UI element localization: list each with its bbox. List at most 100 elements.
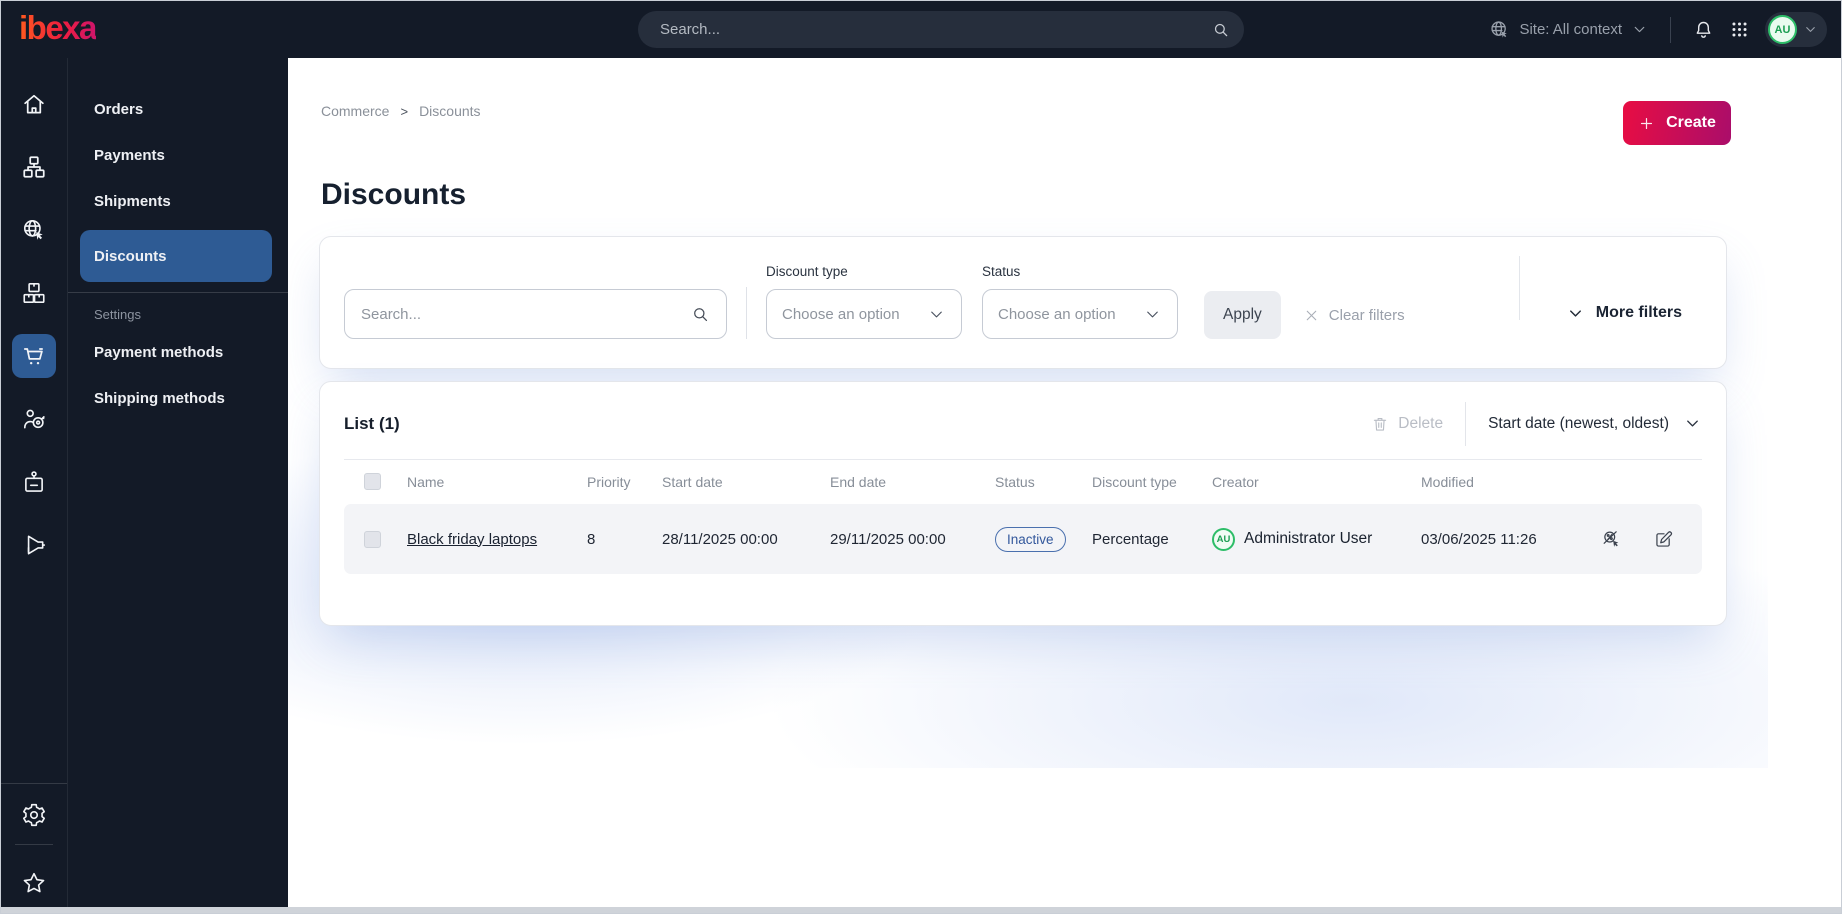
discount-type-label: Discount type [766,264,848,279]
menu-item-orders[interactable]: Orders [68,86,288,132]
column-header-creator: Creator [1212,473,1259,490]
filter-divider [746,287,747,339]
column-header-end-date: End date [830,473,887,490]
apply-button[interactable]: Apply [1204,291,1281,339]
avatar: AU [1768,15,1797,44]
more-filters-label: More filters [1595,304,1682,321]
column-header-name: Name [407,473,445,490]
breadcrumb-discounts[interactable]: Discounts [419,103,480,119]
discount-type-value: Choose an option [782,305,900,323]
app-grid-icon[interactable] [1730,20,1749,39]
sitemap-icon [21,154,47,180]
main-content: Commerce > Discounts Create Discounts Se… [288,58,1841,913]
column-header-start-date: Start date [662,473,723,490]
menu-item-payment-methods[interactable]: Payment methods [68,329,288,375]
create-button[interactable]: Create [1623,101,1731,145]
filters-card: Discount type Choose an option Status Ch… [319,236,1727,369]
end-date-cell: 29/11/2025 00:00 [830,530,946,548]
start-date-cell: 28/11/2025 00:00 [662,530,778,548]
clear-filters-label: Clear filters [1328,306,1405,324]
cart-icon [21,343,47,369]
breadcrumb: Commerce > Discounts [321,103,481,119]
ibexa-logo[interactable]: ibexa [19,11,97,44]
menu-item-shipping-methods[interactable]: Shipping methods [68,375,288,421]
site-context-label: Site: All context [1519,21,1622,38]
home-icon [21,91,47,117]
menu-item-label: Payment methods [94,343,224,361]
clear-filters-button[interactable]: Clear filters [1303,291,1405,339]
sidebar-item-corporate[interactable] [12,460,56,504]
sidebar-item-content[interactable] [12,145,56,189]
search-icon[interactable] [1212,21,1230,39]
bottom-scrollbar[interactable] [1,907,1841,913]
sidebar-item-customers[interactable] [12,397,56,441]
select-all-checkbox[interactable] [364,473,381,490]
search-icon[interactable] [691,305,710,324]
list-title: List (1) [344,413,400,433]
chevron-down-icon [1631,21,1648,38]
delete-button-label: Delete [1398,414,1444,432]
priority-cell: 8 [587,530,596,548]
notifications-bell-icon[interactable] [1693,19,1714,40]
menu-item-label: Shipments [94,192,171,210]
chevron-down-icon [1566,304,1585,323]
column-header-discount-type: Discount type [1092,473,1177,490]
rail-divider [15,844,53,845]
menu-item-payments[interactable]: Payments [68,132,288,178]
row-checkbox[interactable] [364,530,381,548]
sidebar-item-products[interactable] [12,271,56,315]
icon-rail [1,58,68,913]
rail-bottom-section [1,783,67,905]
creator-cell: AU Administrator User [1212,527,1421,551]
plus-icon [1638,115,1655,132]
global-search [638,11,1244,48]
list-head-divider [1465,401,1467,446]
breadcrumb-commerce[interactable]: Commerce [321,103,389,119]
user-menu[interactable]: AU [1765,12,1827,47]
sidebar-item-dashboard[interactable] [12,82,56,126]
discount-type-cell: Percentage [1092,530,1169,548]
top-bar: ibexa Site: All context [1,1,1841,58]
status-select[interactable]: Choose an option [982,289,1178,339]
create-button-label: Create [1666,114,1716,131]
chevron-down-icon [1683,414,1702,433]
discount-type-select[interactable]: Choose an option [766,289,962,339]
packages-icon [21,280,47,306]
sidebar-item-commerce[interactable] [12,334,56,378]
trash-icon [1371,415,1389,433]
list-search-input[interactable] [361,305,691,323]
list-search-field [344,289,727,339]
global-search-input[interactable] [660,21,1212,38]
page-title: Discounts [321,178,467,211]
sidebar-item-site[interactable] [12,208,56,252]
chevron-down-icon [1803,22,1818,37]
sort-select[interactable]: Start date (newest, oldest) [1488,414,1702,433]
chevron-down-icon [927,305,946,324]
topbar-divider [1670,16,1671,43]
delete-button[interactable]: Delete [1371,415,1443,433]
topbar-right-cluster: Site: All context AU [1489,1,1827,58]
gear-icon [21,802,47,828]
globe-cursor-icon [21,217,47,243]
application-window: ibexa Site: All context [0,0,1842,914]
sidebar-item-bookmarks[interactable] [12,861,56,905]
column-header-modified: Modified [1421,473,1474,490]
avatar: AU [1212,527,1235,551]
sidebar-item-marketing[interactable] [12,523,56,567]
sidebar-item-admin-settings[interactable] [12,793,56,837]
menu-item-label: Shipping methods [94,389,225,407]
menu-settings-heading: Settings [94,307,141,322]
more-filters-button[interactable]: More filters [1520,289,1702,337]
edit-icon[interactable] [1653,529,1674,550]
column-header-priority: Priority [587,473,631,490]
sort-select-value: Start date (newest, oldest) [1488,414,1669,432]
table-header-row: Name Priority Start date End date Status… [344,459,1702,504]
site-context-selector[interactable]: Site: All context [1489,19,1648,40]
list-card: List (1) Delete Start date (newest, olde… [319,381,1727,626]
deactivate-discount-icon[interactable] [1601,529,1622,550]
menu-item-shipments[interactable]: Shipments [68,178,288,224]
status-badge: Inactive [995,526,1066,552]
rail-divider [1,783,67,784]
discount-name-link[interactable]: Black friday laptops [407,531,537,548]
menu-item-discounts[interactable]: Discounts [80,230,272,282]
